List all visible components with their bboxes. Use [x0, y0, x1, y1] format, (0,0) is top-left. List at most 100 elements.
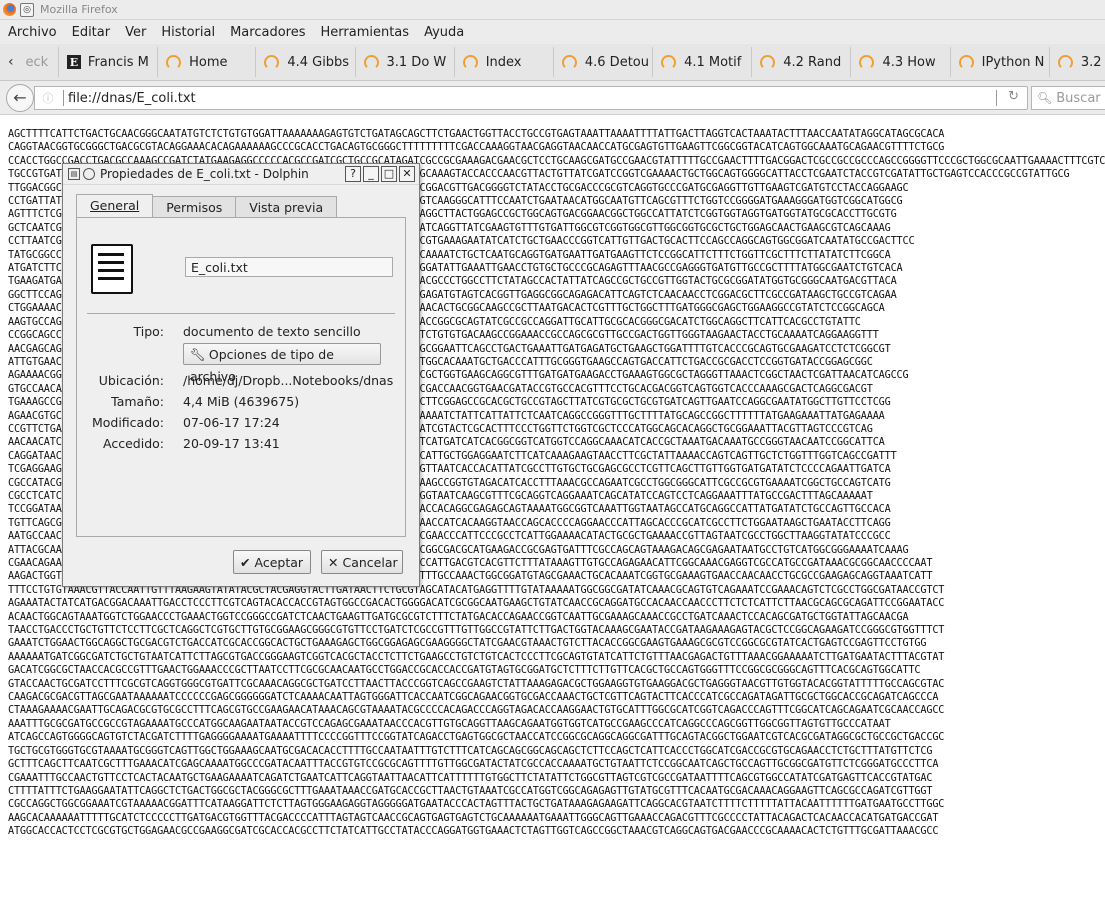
field-value: 20-09-17 13:41 — [183, 436, 280, 451]
tab-8[interactable]: 4.2 Rand — [752, 47, 852, 77]
tab-scroll-left-icon[interactable]: ‹ — [0, 54, 22, 70]
dna-line: AAAAAATGATCGGCGATCTGCTGTAATCATTCTTAGCGTG… — [8, 651, 945, 663]
dna-line: CGAAATTTGCCAACTGTTCCTCACTACAATGCTGAAGAAA… — [8, 772, 933, 784]
loading-icon — [661, 54, 677, 70]
dna-line: TGCTGCGTGGGTGCGTAAAATGCGGGTCAGTTGGCTGGAA… — [8, 745, 933, 757]
window-title: Mozilla Firefox — [40, 3, 118, 16]
tab-label: Home — [189, 54, 228, 70]
dna-line: CTAAAGAAAACGAATTGCAGACGCGTGCGCCTTTCAGCGT… — [8, 705, 945, 717]
field-tamano: Tamaño: 4,4 MiB (4639675) — [77, 394, 405, 410]
dialog-titlebar: ▤ Propiedades de E_coli.txt - Dolphin ? … — [63, 164, 419, 185]
accept-label: Aceptar — [254, 555, 304, 570]
info-icon[interactable]: ⓘ — [39, 90, 57, 106]
text-file-icon — [91, 244, 133, 294]
menu-ver[interactable]: Ver — [125, 25, 146, 40]
tab-label: 4.3 How — [882, 54, 936, 70]
tab-1[interactable]: E Francis M — [59, 47, 159, 77]
loading-icon — [363, 54, 379, 70]
firefox-logo-icon — [3, 3, 16, 16]
menu-herramientas[interactable]: Herramientas — [321, 25, 410, 40]
field-value: 07-06-17 17:24 — [183, 415, 280, 430]
dna-line: ACAACTGGCAGTAAATGGTCTGGAACCCTGAAACTGGTCC… — [8, 611, 909, 623]
close-icon[interactable]: ✕ — [399, 166, 415, 182]
search-input[interactable]: 🔍︎ Buscar — [1031, 86, 1105, 110]
tab-6[interactable]: 4.6 Detou — [554, 47, 654, 77]
wrench-icon: 🔧︎ — [190, 347, 206, 362]
accept-button[interactable]: ✔ Aceptar — [233, 550, 311, 574]
dna-line: GTACCAACTGCGATCCTTTCGCGTCAGGTGGGCGTGATTC… — [8, 678, 945, 690]
tab-5[interactable]: Index — [455, 47, 554, 77]
field-accedido: Accedido: 20-09-17 13:41 — [77, 436, 405, 452]
tab-9[interactable]: 4.3 How — [851, 47, 951, 77]
dialog-tabs: General Permisos Vista previa — [76, 194, 338, 218]
tab-label: 3.1 Do W — [386, 54, 447, 70]
tab-label: IPython N — [981, 54, 1045, 70]
tab-label: 3.2 — [1080, 54, 1102, 70]
url-bar[interactable]: ⓘ file://dnas/E_coli.txt ↻ — [34, 86, 1028, 110]
field-value: /home/dj/Dropb...Notebooks/dnas — [183, 373, 394, 388]
tab-label: 4.4 Gibbs — [287, 54, 350, 70]
tab-label: 4.2 Rand — [783, 54, 842, 70]
loading-icon — [264, 54, 280, 70]
dna-line: AAATTTGCGCGATGCCGCCGTAGAAAATGCCCATGGCAAG… — [8, 718, 891, 730]
dialog-menu-icon[interactable]: ▤ — [68, 168, 80, 180]
dna-line: AGCTTTTCATTCTGACTGCAACGGGCAATATGTCTCTGTG… — [8, 129, 945, 140]
field-ubicacion: Ubicación: /home/dj/Dropb...Notebooks/dn… — [77, 373, 405, 389]
minimize-icon[interactable]: _ — [363, 166, 379, 182]
menu-ayuda[interactable]: Ayuda — [424, 25, 464, 40]
tab-11[interactable]: 3.2 — [1050, 47, 1105, 77]
general-panel: E_coli.txt Tipo: documento de texto senc… — [76, 217, 406, 537]
help-icon[interactable]: ? — [345, 166, 361, 182]
tab-permisos[interactable]: Permisos — [152, 196, 237, 218]
field-label: Accedido: — [103, 436, 164, 451]
menu-editar[interactable]: Editar — [72, 25, 111, 40]
dna-line: AAGCACAAAAAATTTTTGCATCTCCCCCTTGATGACGTGG… — [8, 812, 939, 824]
loading-icon — [859, 54, 875, 70]
tab-general[interactable]: General — [76, 194, 154, 218]
reload-icon[interactable]: ↻ — [1008, 89, 1019, 104]
menu-archivo[interactable]: Archivo — [8, 25, 57, 40]
file-type-options-button[interactable]: 🔧︎ Opciones de tipo de archivo — [183, 343, 381, 384]
loading-icon — [958, 54, 974, 70]
field-modificado: Modificado: 07-06-17 17:24 — [77, 415, 405, 431]
tab-label: 4.1 Motif — [684, 54, 742, 70]
window-titlebar: ◎ Mozilla Firefox — [0, 0, 1105, 20]
dna-line: CAGGTAACGGTGCGGGCTGACGCGTACAGGAAACACAGAA… — [8, 142, 945, 154]
dialog-pin-icon[interactable] — [83, 168, 95, 180]
dna-line: CTTTTATTTCTGAAGGAATATTCAGGCTCTGACTGGCGCT… — [8, 785, 933, 797]
tab-10[interactable]: IPython N — [951, 47, 1050, 77]
tab-3[interactable]: 4.4 Gibbs — [256, 47, 356, 77]
loading-icon — [561, 54, 577, 70]
field-value: 4,4 MiB (4639675) — [183, 394, 300, 409]
filename-field[interactable]: E_coli.txt — [185, 257, 393, 277]
field-value: documento de texto sencillo — [183, 324, 361, 339]
properties-dialog: ▤ Propiedades de E_coli.txt - Dolphin ? … — [62, 163, 420, 587]
back-button[interactable]: ← — [6, 84, 34, 112]
maximize-icon[interactable]: □ — [381, 166, 397, 182]
cancel-label: Cancelar — [342, 555, 398, 570]
tab-vista-previa[interactable]: Vista previa — [235, 196, 338, 218]
divider — [87, 313, 395, 314]
tab-0[interactable]: eck — [22, 47, 59, 77]
tab-label: Francis M — [87, 54, 149, 70]
url-text[interactable]: file://dnas/E_coli.txt — [68, 91, 196, 106]
window-menu-icon[interactable]: ◎ — [20, 2, 34, 17]
dna-line: GAAATCTGGAACTGGCAGGCTGCGACGTCTGACCATCGCA… — [8, 638, 927, 650]
dialog-window-buttons: ? _ □ ✕ — [343, 166, 415, 182]
loading-icon — [760, 54, 776, 70]
tab-7[interactable]: 4.1 Motif — [653, 47, 753, 77]
menu-marcadores[interactable]: Marcadores — [230, 25, 305, 40]
menu-historial[interactable]: Historial — [161, 25, 215, 40]
loading-icon — [462, 54, 478, 70]
cancel-button[interactable]: ✕ Cancelar — [321, 550, 403, 574]
field-tipo: Tipo: documento de texto sencillo — [77, 324, 405, 340]
field-label: Modificado: — [91, 415, 164, 430]
tab-bar: ‹ eck E Francis M Home 4.4 Gibbs 3.1 Do W… — [0, 44, 1105, 81]
tab-label: Index — [485, 54, 522, 70]
dna-line: CAAGACGCGACGTTAGCGAATAAAAAATCCCCCCGAGCGG… — [8, 692, 939, 704]
tab-2[interactable]: Home — [158, 47, 257, 77]
tab-4[interactable]: 3.1 Do W — [356, 47, 455, 77]
dialog-title: Propiedades de E_coli.txt - Dolphin — [100, 167, 309, 181]
dna-line: ATGGCACCACTCCTCGCGTGCTGGAGAACGCCGAAGGCGA… — [8, 826, 939, 838]
search-placeholder: Buscar — [1056, 90, 1101, 106]
